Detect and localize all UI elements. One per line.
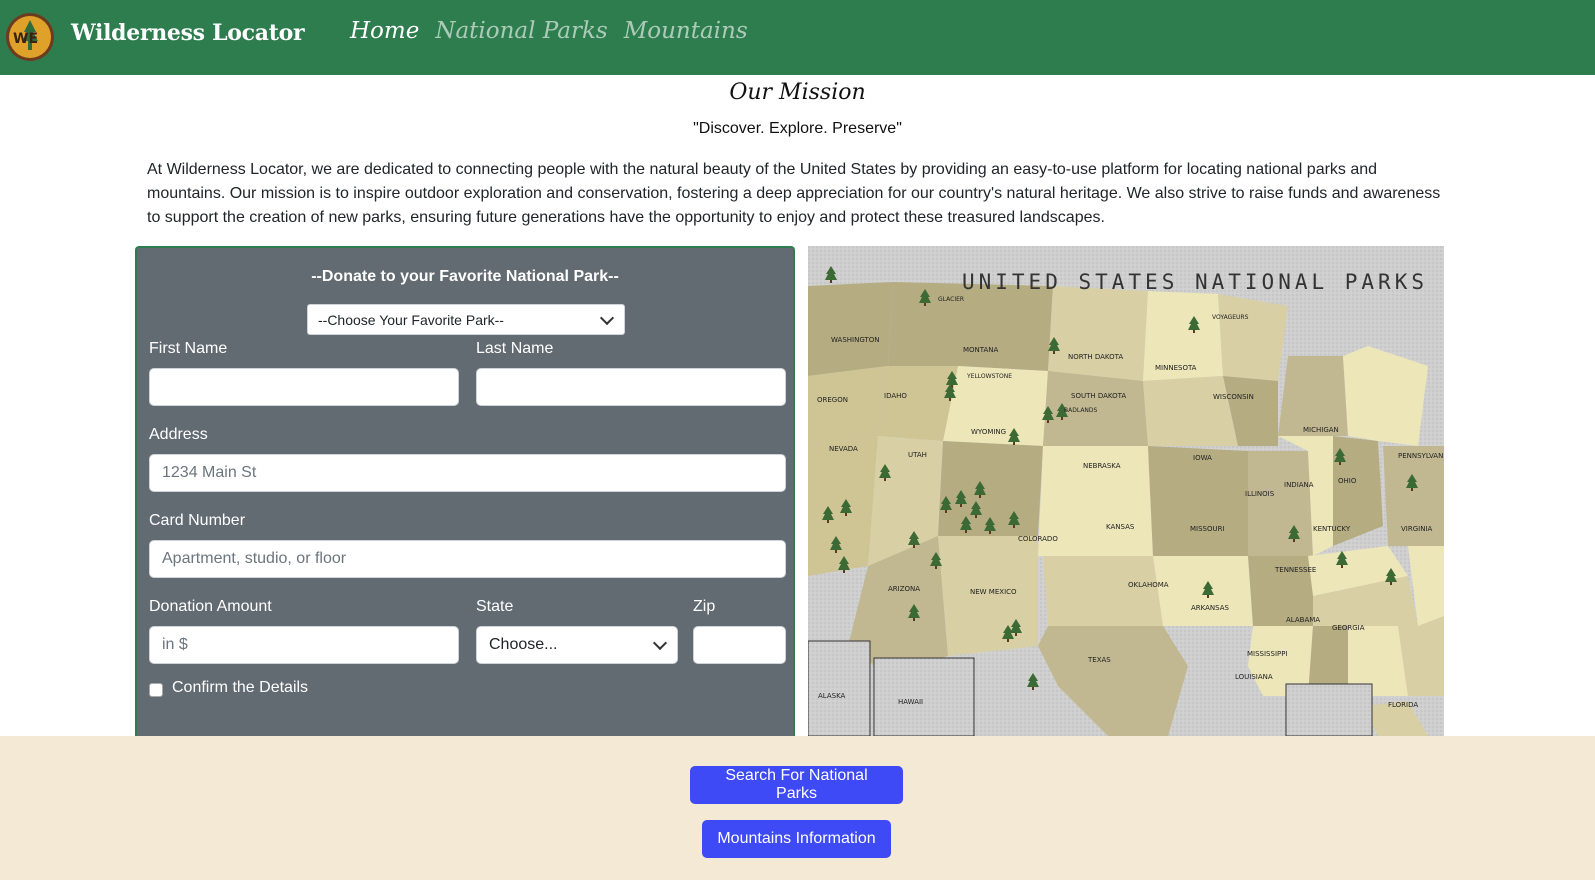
- favorite-park-select[interactable]: --Choose Your Favorite Park--: [307, 304, 625, 335]
- state-label-nevada: NEVADA: [829, 445, 858, 453]
- chevron-down-icon: [599, 310, 615, 325]
- state-label-north-dakota: NORTH DAKOTA: [1068, 353, 1123, 361]
- park-label-voyageurs: VOYAGEURS: [1212, 314, 1249, 321]
- navbar: WE Wilderness Locator Home National Park…: [0, 0, 1595, 75]
- state-label: State: [476, 598, 514, 615]
- mission-motto: "Discover. Explore. Preserve": [693, 120, 902, 137]
- nav-national-parks[interactable]: National Parks: [435, 18, 607, 44]
- state-label-idaho: IDAHO: [884, 392, 907, 400]
- wilderness-locator-logo[interactable]: WE: [5, 12, 55, 62]
- state-label-texas: TEXAS: [1087, 656, 1111, 664]
- chevron-down-icon: [652, 635, 668, 651]
- us-map-image: UNITED STATES NATIONAL PARKS MONTANA WAS…: [808, 246, 1444, 736]
- donate-title: --Donate to your Favorite National Park-…: [311, 268, 619, 285]
- state-label-wisconsin: WISCONSIN: [1213, 393, 1254, 401]
- state-label-pennsylvania: PENNSYLVANIA: [1398, 452, 1444, 460]
- zip-label: Zip: [693, 598, 716, 615]
- mission-text: At Wilderness Locator, we are dedicated …: [147, 161, 1441, 226]
- state-label-kansas: KANSAS: [1106, 523, 1135, 531]
- state-label-alaska: ALASKA: [818, 692, 846, 700]
- state-label-illinois: ILLINOIS: [1245, 490, 1275, 498]
- card-number-input[interactable]: [149, 540, 786, 578]
- state-label-minnesota: MINNESOTA: [1155, 364, 1197, 372]
- footer: Search For National Parks Mountains Info…: [0, 736, 1595, 880]
- state-label-indiana: INDIANA: [1284, 481, 1314, 489]
- main-nav: Home National Parks Mountains: [350, 18, 748, 44]
- donate-form: --Donate to your Favorite National Park-…: [135, 246, 795, 736]
- state-label-mississippi: MISSISSIPPI: [1247, 650, 1288, 658]
- state-label-kentucky: KENTUCKY: [1313, 525, 1351, 533]
- map-title: UNITED STATES NATIONAL PARKS: [962, 270, 1428, 294]
- state-label-colorado: COLORADO: [1018, 535, 1058, 543]
- state-label-new-mexico: NEW MEXICO: [970, 588, 1017, 596]
- park-label-badlands: BADLANDS: [1064, 407, 1098, 414]
- last-name-label: Last Name: [476, 340, 554, 357]
- state-select[interactable]: Choose...: [476, 626, 678, 664]
- state-label-virginia: VIRGINIA: [1401, 525, 1433, 533]
- first-name-label: First Name: [149, 340, 228, 357]
- state-label-nebraska: NEBRASKA: [1083, 462, 1121, 470]
- state-label-wyoming: WYOMING: [971, 428, 1006, 436]
- card-number-label: Card Number: [149, 512, 246, 529]
- logo-letter-w: WE: [13, 31, 38, 47]
- nav-mountains[interactable]: Mountains: [624, 18, 748, 44]
- confirm-checkbox[interactable]: [149, 683, 163, 697]
- address-input[interactable]: [149, 454, 786, 492]
- address-label: Address: [149, 426, 208, 443]
- state-label-ohio: OHIO: [1338, 477, 1357, 485]
- state-label-oklahoma: OKLAHOMA: [1128, 581, 1169, 589]
- state-label-alabama: ALABAMA: [1286, 616, 1320, 624]
- state-label-washington: WASHINGTON: [831, 336, 880, 344]
- state-label-montana: MONTANA: [963, 346, 999, 354]
- brand-title[interactable]: Wilderness Locator: [71, 20, 305, 46]
- mountains-information-button[interactable]: Mountains Information: [702, 820, 891, 858]
- state-label-louisiana: LOUISIANA: [1235, 673, 1273, 681]
- state-label-oregon: OREGON: [817, 396, 848, 404]
- zip-input[interactable]: [693, 626, 786, 664]
- state-label-florida: FLORIDA: [1388, 701, 1418, 709]
- state-label-tennessee: TENNESSEE: [1274, 566, 1316, 574]
- state-label-michigan: MICHIGAN: [1303, 426, 1339, 434]
- search-national-parks-button[interactable]: Search For National Parks: [690, 766, 903, 804]
- donation-amount-label: Donation Amount: [149, 598, 272, 615]
- state-label-south-dakota: SOUTH DAKOTA: [1071, 392, 1126, 400]
- confirm-label[interactable]: Confirm the Details: [172, 679, 308, 697]
- donation-amount-input[interactable]: [149, 626, 459, 664]
- state-label-arizona: ARIZONA: [888, 585, 920, 593]
- state-label-missouri: MISSOURI: [1190, 525, 1225, 533]
- state-label-utah: UTAH: [908, 451, 927, 459]
- mission-title: Our Mission: [729, 80, 866, 105]
- last-name-input[interactable]: [476, 368, 786, 406]
- park-label-yellowstone: YELLOWSTONE: [966, 373, 1012, 380]
- state-label-arkansas: ARKANSAS: [1191, 604, 1230, 612]
- state-label-hawaii: HAWAII: [898, 698, 923, 706]
- park-label-glacier: GLACIER: [938, 296, 964, 303]
- state-select-value: Choose...: [489, 636, 558, 653]
- favorite-park-select-value: --Choose Your Favorite Park--: [318, 311, 504, 328]
- nav-home[interactable]: Home: [350, 18, 419, 44]
- state-label-iowa: IOWA: [1193, 454, 1212, 462]
- first-name-input[interactable]: [149, 368, 459, 406]
- state-label-georgia: GEORGIA: [1332, 624, 1365, 632]
- national-parks-map: UNITED STATES NATIONAL PARKS MONTANA WAS…: [808, 246, 1444, 736]
